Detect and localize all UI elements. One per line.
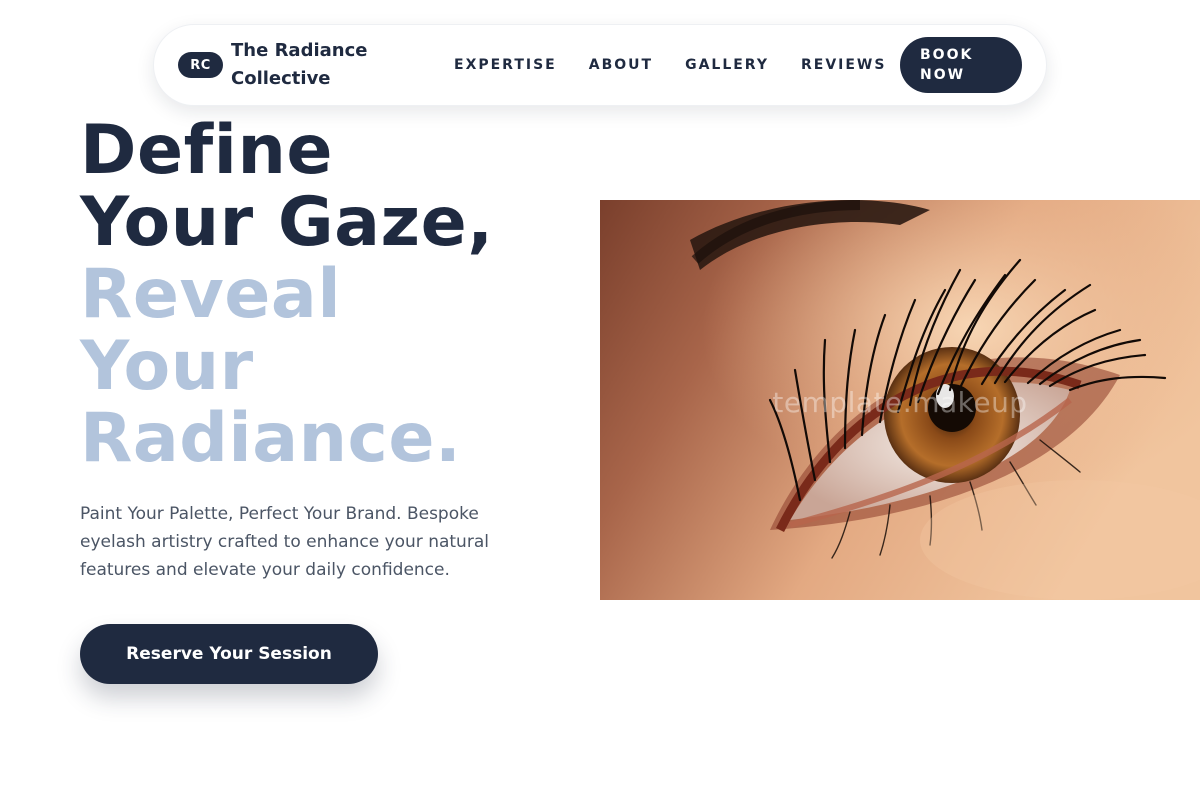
- brand-badge: RC: [178, 52, 223, 78]
- hero-title-line-2: Your Gaze,: [80, 183, 494, 262]
- hero-eye-photo: template.makeup: [600, 200, 1200, 600]
- nav-link-gallery[interactable]: GALLERY: [685, 57, 769, 73]
- top-navigation: RC The Radiance Collective EXPERTISE ABO…: [153, 24, 1047, 106]
- hero-title-line-4: Your: [80, 327, 254, 406]
- book-now-button[interactable]: BOOK NOW: [900, 37, 1022, 93]
- brand-name-line-1: The Radiance: [231, 40, 368, 61]
- image-watermark: template.makeup: [772, 386, 1028, 419]
- hero-title: Define Your Gaze, Reveal Your Radiance.: [80, 115, 550, 475]
- brand-name: The Radiance Collective: [231, 37, 381, 93]
- brand-name-line-2: Collective: [231, 68, 331, 89]
- reserve-session-button[interactable]: Reserve Your Session: [80, 624, 378, 684]
- nav-link-reviews[interactable]: REVIEWS: [801, 57, 886, 73]
- book-now-label-line-1: BOOK: [920, 47, 974, 63]
- brand[interactable]: RC The Radiance Collective: [178, 37, 381, 93]
- nav-link-about[interactable]: ABOUT: [589, 57, 653, 73]
- hero-title-line-3: Reveal: [80, 255, 342, 334]
- hero-title-line-5: Radiance.: [80, 399, 462, 478]
- hero-subtitle: Paint Your Palette, Perfect Your Brand. …: [80, 504, 489, 580]
- nav-links: EXPERTISE ABOUT GALLERY REVIEWS: [454, 57, 886, 73]
- nav-link-expertise[interactable]: EXPERTISE: [454, 57, 557, 73]
- hero-title-line-1: Define: [80, 111, 333, 190]
- book-now-label-line-2: NOW: [920, 67, 966, 83]
